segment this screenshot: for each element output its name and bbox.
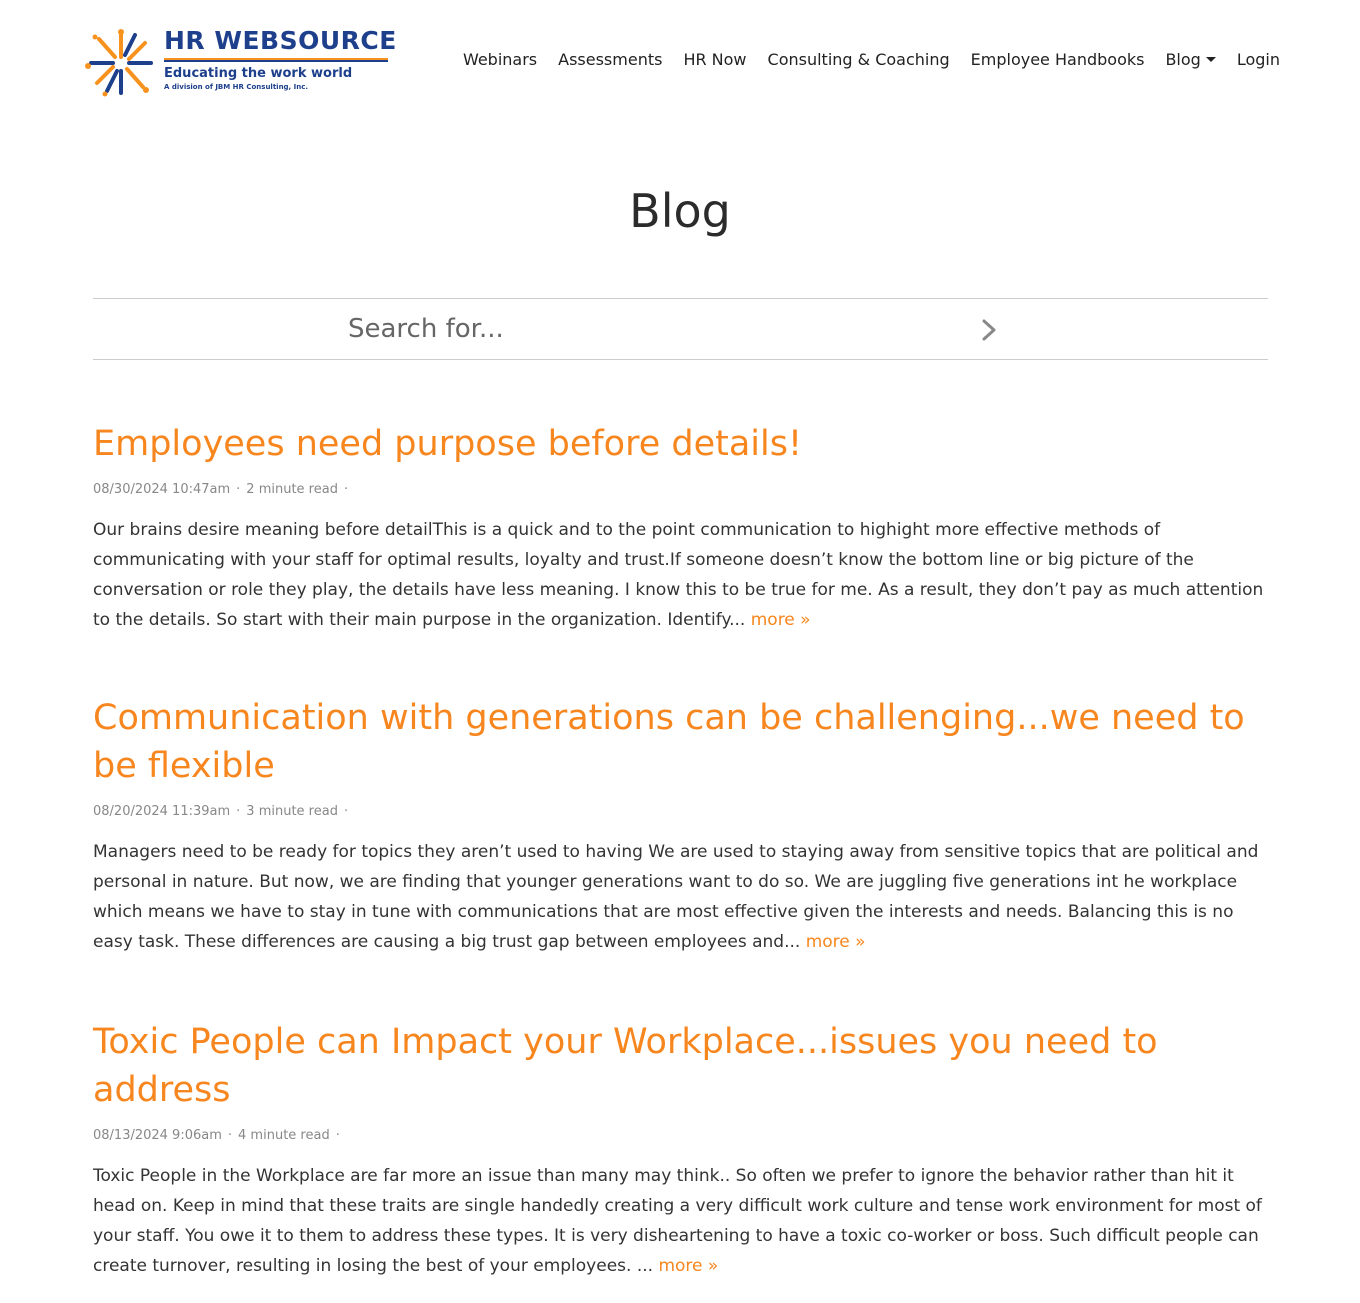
post-title-link[interactable]: Communication with generations can be ch…	[93, 694, 1268, 790]
search-input[interactable]	[348, 309, 968, 349]
post-date: 08/20/2024 11:39am	[93, 804, 231, 819]
read-more-link[interactable]: more »	[751, 610, 811, 630]
post-meta: 08/13/2024 9:06am · 4 minute read ·	[93, 1128, 1268, 1143]
blog-post: Toxic People can Impact your Workplace..…	[93, 1018, 1268, 1281]
main-nav: Webinars Assessments HR Now Consulting &…	[463, 50, 1280, 69]
post-excerpt: Managers need to be ready for topics the…	[93, 837, 1268, 957]
post-read-time: 4 minute read	[238, 1128, 330, 1143]
read-more-link[interactable]: more »	[658, 1256, 718, 1276]
meta-separator: ·	[343, 804, 349, 819]
meta-separator: ·	[236, 482, 241, 497]
logo-division: A division of JBM HR Consulting, Inc.	[164, 83, 309, 91]
nav-item-webinars[interactable]: Webinars	[463, 50, 537, 69]
blog-post: Employees need purpose before details! 0…	[93, 420, 1268, 635]
meta-separator: ·	[343, 482, 349, 497]
post-meta: 08/20/2024 11:39am · 3 minute read ·	[93, 804, 1268, 819]
post-date: 08/13/2024 9:06am	[93, 1128, 222, 1143]
logo-title: HR WEBSOURCE	[164, 26, 397, 55]
post-read-time: 2 minute read	[246, 482, 338, 497]
nav-item-blog-label: Blog	[1165, 50, 1201, 69]
blog-post: Communication with generations can be ch…	[93, 694, 1268, 957]
nav-item-blog[interactable]: Blog	[1165, 50, 1216, 69]
post-excerpt: Our brains desire meaning before detailT…	[93, 515, 1268, 635]
post-meta: 08/30/2024 10:47am · 2 minute read ·	[93, 482, 1268, 497]
meta-separator: ·	[227, 1128, 233, 1143]
nav-item-consulting-coaching[interactable]: Consulting & Coaching	[768, 50, 950, 69]
logo-tagline: Educating the work world	[164, 66, 353, 81]
chevron-right-icon[interactable]	[978, 317, 1000, 343]
post-excerpt-text: Our brains desire meaning before detailT…	[93, 520, 1264, 630]
search-bar	[93, 298, 1268, 360]
post-title-link[interactable]: Toxic People can Impact your Workplace..…	[93, 1018, 1268, 1114]
logo-underline	[164, 58, 388, 62]
post-excerpt-text: Managers need to be ready for topics the…	[93, 842, 1259, 952]
page-title: Blog	[629, 184, 731, 238]
site-header: HR WEBSOURCE Educating the work world A …	[0, 0, 1360, 120]
post-read-time: 3 minute read	[246, 804, 338, 819]
meta-separator: ·	[335, 1128, 340, 1143]
nav-item-assessments[interactable]: Assessments	[558, 50, 662, 69]
nav-item-hr-now[interactable]: HR Now	[683, 50, 746, 69]
post-title-link[interactable]: Employees need purpose before details!	[93, 420, 1268, 468]
post-excerpt: Toxic People in the Workplace are far mo…	[93, 1161, 1268, 1281]
site-logo[interactable]: HR WEBSOURCE Educating the work world A …	[82, 26, 396, 100]
nav-item-employee-handbooks[interactable]: Employee Handbooks	[971, 50, 1145, 69]
read-more-link[interactable]: more »	[806, 932, 866, 952]
nav-item-login[interactable]: Login	[1237, 50, 1280, 69]
post-date: 08/30/2024 10:47am	[93, 482, 231, 497]
caret-down-icon	[1205, 57, 1216, 62]
starburst-logo-icon	[85, 29, 153, 97]
meta-separator: ·	[236, 804, 241, 819]
